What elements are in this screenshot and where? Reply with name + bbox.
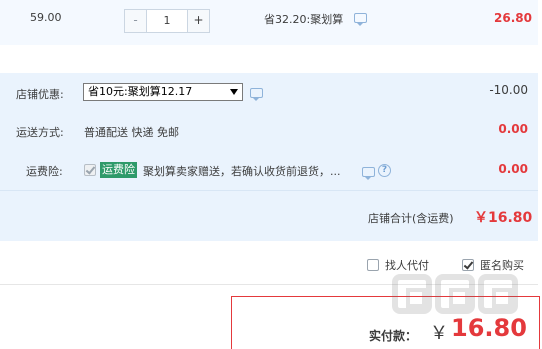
watermark-glyph [435,274,475,314]
insurance-label: 运费险: [26,165,63,178]
insurance-checkbox[interactable] [84,164,96,176]
store-total-value: ￥16.80 [474,210,533,226]
item-unit-price: 59.00 [30,11,62,24]
pay-for-me-label: 找人代付 [385,259,429,272]
quantity-stepper[interactable]: - 1 + [124,9,210,33]
item-subtotal: 26.80 [494,11,532,25]
pay-for-me-option[interactable]: 找人代付 [367,257,429,273]
payment-label: 实付款： [369,329,418,343]
chat-icon[interactable] [362,167,375,180]
anonymous-label: 匿名购买 [480,259,524,272]
store-promo-value: -10.00 [489,83,528,97]
divider [0,190,538,191]
pay-for-me-checkbox[interactable] [367,259,379,271]
shipping-value: 0.00 [498,122,528,136]
anonymous-option[interactable]: 匿名购买 [462,257,524,273]
insurance-tag: 运费险 [100,162,137,178]
store-promo-select[interactable]: 省10元:聚划算12.17 [83,83,243,101]
watermark-glyph [478,274,518,314]
insurance-value: 0.00 [498,162,528,176]
chevron-down-icon [230,89,238,95]
discount-note: 省32.20:聚划算 [264,13,344,26]
watermark-glyph [392,274,432,314]
chat-icon[interactable] [250,88,263,101]
shipping-method: 普通配送 快递 免邮 [84,126,179,139]
watermark-logo [392,274,518,314]
quantity-increment-button[interactable]: + [188,10,209,32]
shipping-label: 运送方式: [16,126,64,139]
quantity-input[interactable]: 1 [146,10,188,32]
store-total-label: 店铺合计(含运费) [368,212,454,225]
payment-amount: 16.80 [451,314,527,342]
store-promo-selected: 省10元:聚划算12.17 [88,85,193,98]
currency-symbol: ￥ [430,323,448,344]
anonymous-checkbox[interactable] [462,259,474,271]
quantity-decrement-button[interactable]: - [125,10,146,32]
insurance-description: 聚划算卖家赠送，若确认收货前退货，... [143,165,341,178]
help-icon[interactable]: ? [378,164,391,177]
store-summary-panel [0,73,538,241]
store-promo-label: 店铺优惠: [16,88,64,101]
order-item-row: 59.00 - 1 + 省32.20:聚划算 26.80 [0,0,538,45]
chat-icon[interactable] [354,13,367,26]
